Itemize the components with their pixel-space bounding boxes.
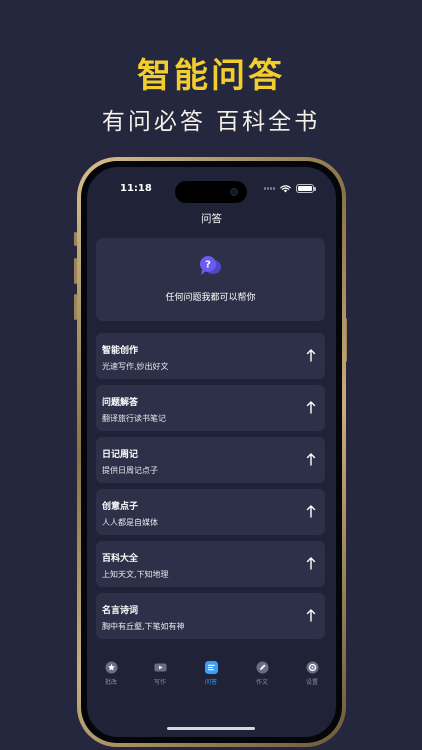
feature-subtitle: 人人都是自媒体	[102, 518, 158, 527]
tab-correct[interactable]: 批改	[91, 661, 131, 686]
tab-bar: 批改 写作 问答 作文 设置	[87, 661, 336, 701]
hero-card[interactable]: ? 任何问题我都可以帮你	[96, 238, 325, 321]
arrow-up-icon	[306, 453, 316, 466]
battery-icon	[296, 184, 316, 193]
tab-writing[interactable]: 写作	[140, 661, 180, 686]
feature-item-quotes-poetry[interactable]: 名言诗词 胸中有丘壑,下笔如有神	[96, 593, 325, 639]
feature-item-smart-writing[interactable]: 智能创作 光速写作,妙出好文	[96, 333, 325, 379]
feature-item-encyclopedia[interactable]: 百科大全 上知天文,下知地理	[96, 541, 325, 587]
promo-headline: 智能问答	[137, 56, 285, 96]
tab-qa[interactable]: 问答	[191, 661, 231, 686]
feature-title: 名言诗词	[102, 606, 139, 616]
feature-subtitle: 翻译旅行读书笔记	[102, 414, 166, 423]
tab-essay[interactable]: 作文	[242, 661, 282, 686]
svg-text:?: ?	[205, 260, 211, 271]
phone-frame: 11:18 问答 ? 任何问题我都可以帮你 智能创作 光速写作,妙出好文 问题解…	[77, 157, 346, 747]
arrow-up-icon	[306, 349, 316, 362]
feature-subtitle: 上知天文,下知地理	[102, 570, 169, 579]
feature-item-diary[interactable]: 日记周记 提供日周记点子	[96, 437, 325, 483]
phone-bezel: 11:18 问答 ? 任何问题我都可以帮你 智能创作 光速写作,妙出好文 问题解…	[81, 161, 342, 743]
signal-icon	[264, 187, 275, 190]
arrow-up-icon	[306, 505, 316, 518]
feature-title: 创意点子	[102, 502, 139, 512]
pencil-icon	[256, 661, 268, 674]
status-time: 11:18	[120, 183, 152, 194]
feature-title: 问题解答	[102, 398, 139, 408]
tab-label: 作文	[255, 679, 268, 686]
arrow-up-icon	[306, 557, 316, 570]
chat-icon	[204, 661, 218, 674]
dynamic-island	[175, 181, 247, 203]
promo-subline: 有问必答 百科全书	[101, 109, 321, 135]
app-screen: 11:18 问答 ? 任何问题我都可以帮你 智能创作 光速写作,妙出好文 问题解…	[87, 167, 336, 737]
video-icon	[154, 663, 166, 672]
home-indicator[interactable]	[167, 727, 255, 730]
feature-title: 日记周记	[102, 450, 139, 460]
page-title: 问答	[201, 213, 222, 225]
arrow-up-icon	[306, 401, 316, 414]
feature-list: 智能创作 光速写作,妙出好文 问题解答 翻译旅行读书笔记 日记周记 提供日周记点…	[96, 333, 325, 645]
status-bar: 11:18	[87, 181, 336, 203]
star-badge-icon	[105, 661, 117, 674]
feature-subtitle: 胸中有丘壑,下笔如有神	[102, 622, 185, 631]
battery-fill	[298, 186, 312, 191]
feature-subtitle: 提供日周记点子	[102, 466, 158, 475]
tab-settings[interactable]: 设置	[292, 661, 332, 686]
tab-label: 问答	[204, 679, 217, 686]
tab-label: 设置	[305, 679, 318, 686]
gear-icon	[306, 661, 318, 674]
feature-subtitle: 光速写作,妙出好文	[102, 362, 169, 371]
tab-label: 写作	[153, 679, 166, 686]
feature-title: 智能创作	[102, 346, 139, 356]
tab-label: 批改	[104, 679, 117, 686]
status-icons	[264, 184, 316, 193]
feature-item-question-answer[interactable]: 问题解答 翻译旅行读书笔记	[96, 385, 325, 431]
chat-bubbles-icon: ?	[200, 256, 221, 275]
feature-title: 百科大全	[102, 554, 139, 564]
camera-dot	[230, 188, 238, 196]
arrow-up-icon	[306, 609, 316, 622]
feature-item-creative-ideas[interactable]: 创意点子 人人都是自媒体	[96, 489, 325, 535]
wifi-icon	[280, 184, 291, 192]
hero-text: 任何问题我都可以帮你	[165, 293, 256, 303]
